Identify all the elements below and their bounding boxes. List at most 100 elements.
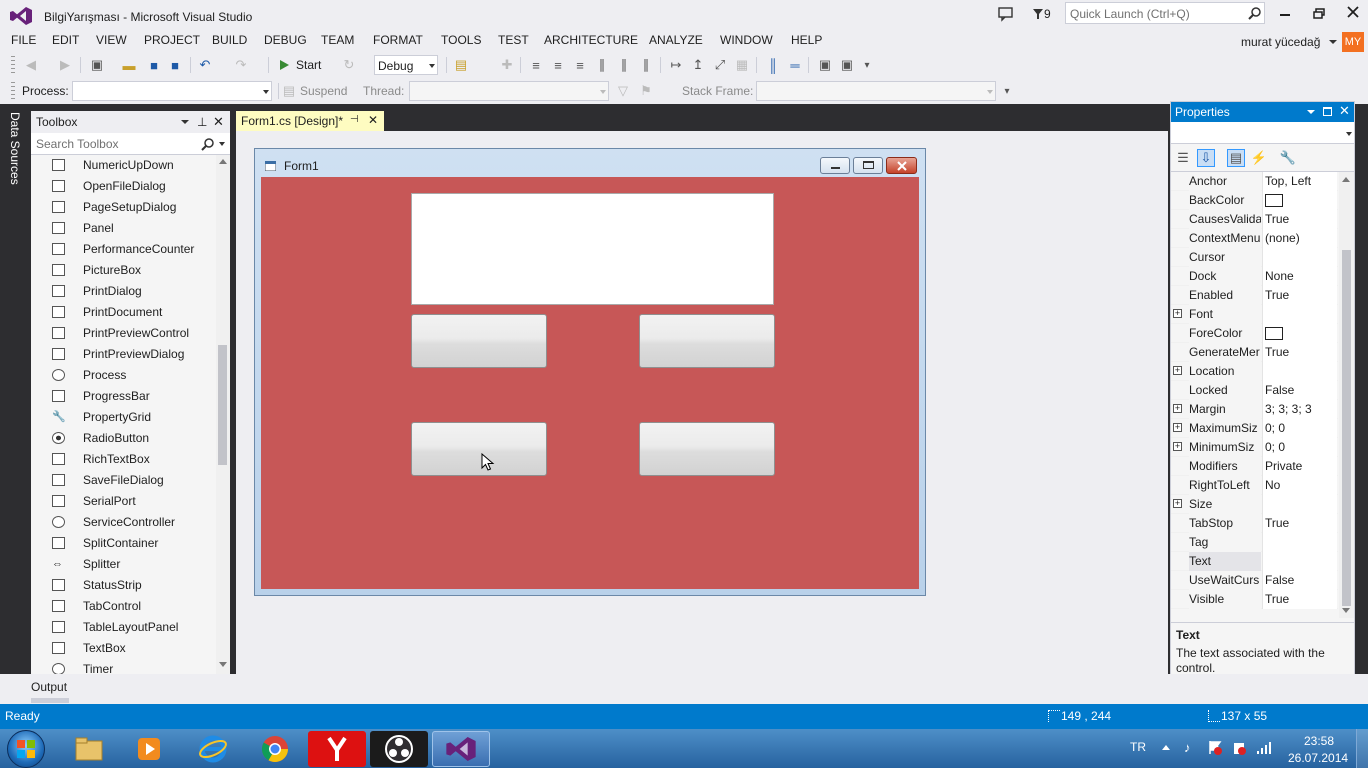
properties-scrollbar[interactable] [1339, 172, 1354, 618]
suspend-label[interactable]: Suspend [300, 84, 347, 98]
scroll-up-icon[interactable] [219, 159, 227, 164]
menu-format[interactable]: FORMAT [373, 32, 423, 52]
maximize-panel-icon[interactable] [1323, 107, 1332, 116]
object-selector[interactable] [1171, 122, 1354, 144]
form-close-button[interactable] [886, 157, 917, 174]
menu-architecture[interactable]: ARCHITECTURE [544, 32, 638, 52]
toolbox-item-printpreviewdialog[interactable]: PrintPreviewDialog [31, 344, 215, 365]
toolbar-grip[interactable] [11, 82, 15, 100]
close-window-button[interactable] [1347, 6, 1359, 18]
property-row-usewaitcursor[interactable]: UseWaitCurs False [1171, 571, 1338, 590]
language-indicator[interactable]: TR [1130, 740, 1146, 754]
expand-icon[interactable]: + [1173, 404, 1182, 413]
form-client-area[interactable] [261, 177, 919, 589]
align-bottoms-icon[interactable]: ∥ [637, 56, 655, 74]
chrome-icon[interactable] [246, 731, 304, 767]
snap-icon[interactable]: ✚ [498, 56, 516, 74]
toolbox-item-tabcontrol[interactable]: TabControl [31, 596, 215, 617]
solution-configuration-select[interactable]: Debug [374, 55, 438, 75]
toolbox-item-printdialog[interactable]: PrintDialog [31, 281, 215, 302]
property-row-location[interactable]: + Location [1171, 362, 1338, 381]
align-rights-icon[interactable]: ≡ [571, 56, 589, 74]
size-to-grid-icon[interactable]: ▦ [733, 56, 751, 74]
chevron-down-icon[interactable] [219, 142, 225, 146]
navigate-back-icon[interactable]: ◀ [22, 56, 40, 74]
make-same-size-icon[interactable]: ⤢ [711, 56, 729, 74]
quick-launch-input[interactable]: Quick Launch (Ctrl+Q) [1065, 2, 1265, 24]
toolbox-item-savefiledialog[interactable]: SaveFileDialog [31, 470, 215, 491]
scrollbar-thumb[interactable] [1342, 250, 1351, 606]
network-signal-icon[interactable] [1256, 740, 1272, 755]
toolbox-item-openfiledialog[interactable]: OpenFileDialog [31, 176, 215, 197]
toolbar-grip[interactable] [11, 56, 15, 74]
obs-icon[interactable] [370, 731, 428, 767]
output-tab[interactable]: Output [31, 680, 67, 694]
property-row-anchor[interactable]: Anchor Top, Left [1171, 172, 1338, 191]
property-row-forecolor[interactable]: ForeColor [1171, 324, 1338, 343]
internet-explorer-icon[interactable] [184, 731, 242, 767]
align-middles-icon[interactable]: ∥ [615, 56, 633, 74]
open-file-icon[interactable]: ▬ [120, 56, 138, 74]
property-row-generatemember[interactable]: GenerateMer True [1171, 343, 1338, 362]
refresh-icon[interactable]: ↻ [340, 56, 358, 74]
expand-icon[interactable]: + [1173, 423, 1182, 432]
toolbox-item-splitcontainer[interactable]: SplitContainer [31, 533, 215, 554]
toolbox-item-splitter[interactable]: ⇔ Splitter [31, 554, 215, 575]
feedback-icon[interactable] [998, 6, 1014, 22]
restore-button[interactable] [1313, 8, 1325, 19]
suspend-icon[interactable]: ▤ [280, 82, 298, 100]
center-vertically-icon[interactable]: ▣ [838, 56, 856, 74]
property-row-font[interactable]: + Font [1171, 305, 1338, 324]
visual-studio-taskbar-icon[interactable] [432, 731, 490, 767]
user-menu-chevron-icon[interactable] [1329, 40, 1337, 44]
property-row-backcolor[interactable]: BackColor [1171, 191, 1338, 210]
toolbox-item-pagesetupdialog[interactable]: PageSetupDialog [31, 197, 215, 218]
property-row-text[interactable]: Text [1171, 552, 1338, 571]
menu-test[interactable]: TEST [498, 32, 529, 52]
toolbox-item-radiobutton[interactable]: RadioButton [31, 428, 215, 449]
pin-icon[interactable]: ⊥ [197, 111, 207, 133]
align-lefts-icon[interactable]: ≡ [527, 56, 545, 74]
center-horizontally-icon[interactable]: ▣ [816, 56, 834, 74]
expand-icon[interactable]: + [1173, 499, 1182, 508]
action-center-flag-icon[interactable] [1208, 740, 1222, 755]
expand-icon[interactable]: + [1173, 309, 1182, 318]
volume-icon[interactable]: ♪ [1184, 741, 1198, 755]
scroll-down-icon[interactable] [219, 662, 227, 667]
panel-menu-chevron-icon[interactable] [181, 120, 189, 124]
vertical-spacing-icon[interactable]: ═ [786, 56, 804, 74]
process-select[interactable] [72, 81, 272, 101]
data-sources-tab[interactable]: Data Sources [8, 112, 22, 185]
property-row-causesvalidation[interactable]: CausesValida True [1171, 210, 1338, 229]
toolbox-search-input[interactable]: Search Toolbox [31, 133, 230, 155]
toolbox-item-servicecontroller[interactable]: ServiceController [31, 512, 215, 533]
form-maximize-button[interactable] [853, 157, 883, 174]
menu-debug[interactable]: DEBUG [264, 32, 307, 52]
menu-tools[interactable]: TOOLS [441, 32, 481, 52]
close-panel-icon[interactable]: ✕ [213, 111, 224, 133]
find-in-files-icon[interactable]: ▤ [452, 56, 470, 74]
panel-menu-chevron-icon[interactable] [1307, 110, 1315, 114]
redo-icon[interactable]: ↷ [232, 56, 250, 74]
stack-frame-select[interactable] [756, 81, 996, 101]
answer-button-2[interactable] [639, 314, 775, 368]
show-desktop-button[interactable] [1356, 729, 1368, 768]
property-row-enabled[interactable]: Enabled True [1171, 286, 1338, 305]
make-same-width-icon[interactable]: ↦ [667, 56, 685, 74]
notification-count[interactable]: 9 [1044, 7, 1051, 21]
property-row-modifiers[interactable]: Modifiers Private [1171, 457, 1338, 476]
toolbox-item-progressbar[interactable]: ProgressBar [31, 386, 215, 407]
power-icon[interactable] [1232, 740, 1246, 755]
horizontal-spacing-icon[interactable]: ║ [764, 56, 782, 74]
question-panel[interactable] [411, 193, 774, 305]
notification-flag-icon[interactable] [1032, 7, 1044, 21]
scroll-down-icon[interactable] [1342, 608, 1350, 613]
navigate-forward-icon[interactable]: ▶ [56, 56, 74, 74]
toolbox-item-printdocument[interactable]: PrintDocument [31, 302, 215, 323]
toolbox-scrollbar[interactable] [216, 155, 230, 674]
alphabetical-icon[interactable]: ⇩ [1197, 149, 1215, 167]
toolbox-item-propertygrid[interactable]: 🔧 PropertyGrid [31, 407, 215, 428]
form-minimize-button[interactable] [820, 157, 850, 174]
scrollbar-thumb[interactable] [218, 345, 227, 465]
tab-form1-design[interactable]: Form1.cs [Design]* ⊣ ✕ [236, 111, 384, 131]
